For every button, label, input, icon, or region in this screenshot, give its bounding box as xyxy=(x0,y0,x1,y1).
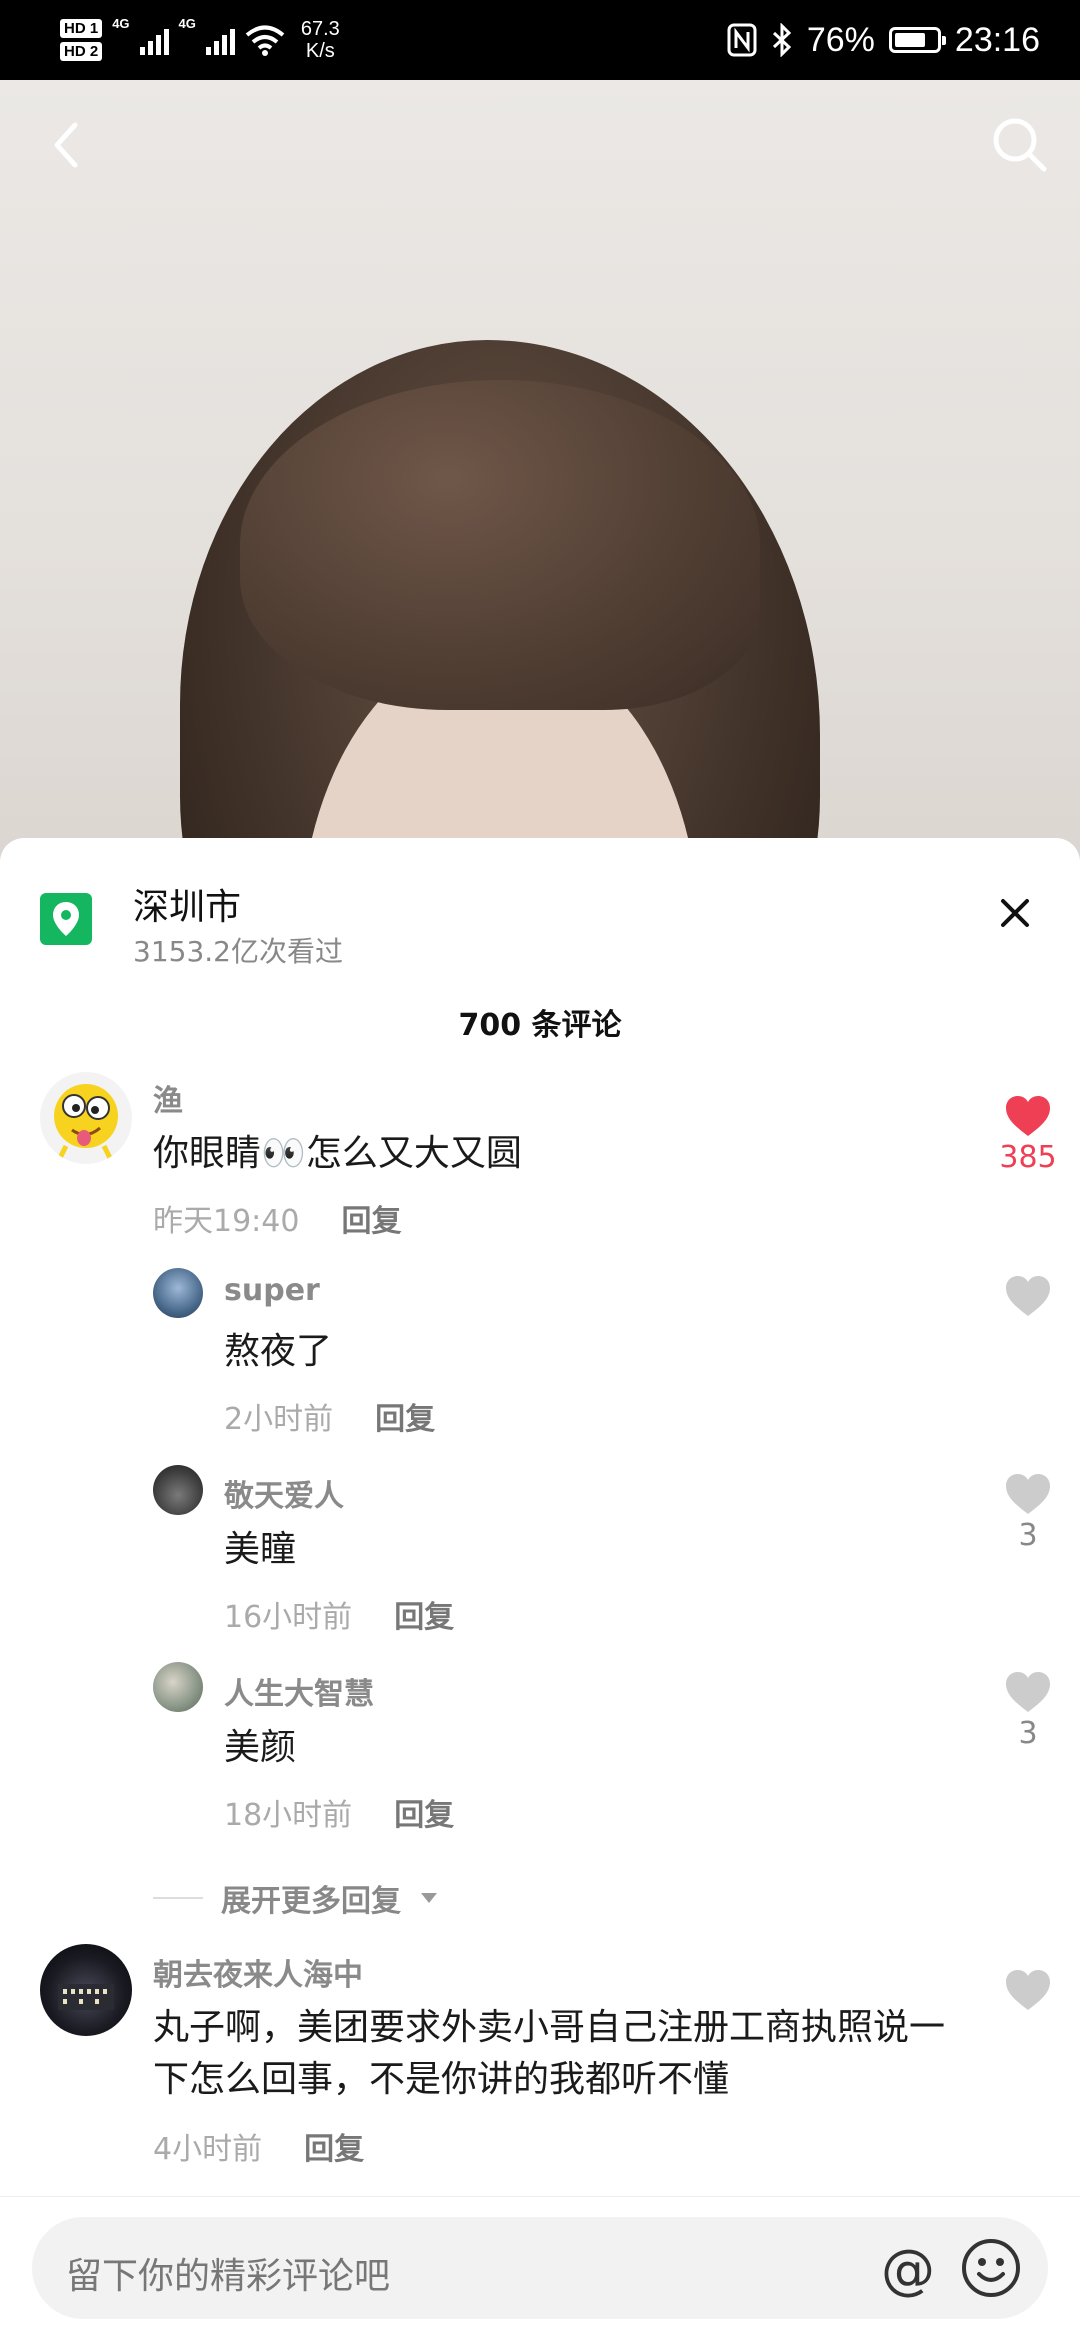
comment-text: 你眼睛👀怎么又大又圆 xyxy=(153,1133,522,1174)
comment-sheet: 深圳市 3153.2亿次看过 700 条评论 xyxy=(0,838,1080,2340)
signal-1-icon xyxy=(139,25,169,55)
close-button[interactable] xyxy=(980,878,1050,948)
hd2-badge: HD 2 xyxy=(60,42,103,61)
comment-time: 18小时前 xyxy=(224,1798,353,1833)
search-icon xyxy=(993,118,1047,172)
nfc-icon xyxy=(727,23,757,57)
search-button[interactable] xyxy=(980,105,1060,185)
status-left: HD 1 HD 2 4G 4G 67.3 K/s xyxy=(60,10,340,70)
comment-time: 昨天19:40 xyxy=(153,1204,300,1239)
location-views: 3153.2亿次看过 xyxy=(133,935,343,968)
comment-meta: 昨天19:40 回复 xyxy=(153,1196,401,1240)
divider xyxy=(153,1897,203,1899)
battery-icon xyxy=(888,27,946,53)
heart-filled-icon xyxy=(1006,1096,1050,1136)
avatar[interactable] xyxy=(153,1268,203,1318)
signal-2-icon xyxy=(205,25,235,55)
avatar[interactable] xyxy=(40,1944,132,2036)
comment-text: 美瞳 xyxy=(224,1529,297,1570)
like-count: 385 xyxy=(999,1140,1057,1175)
speed-unit: K/s xyxy=(305,40,335,62)
comment-time: 16小时前 xyxy=(224,1600,353,1635)
hd-indicators: HD 1 HD 2 xyxy=(60,19,103,61)
comment-input[interactable]: 留下你的精彩评论吧 @ xyxy=(32,2217,1048,2319)
clock: 23:16 xyxy=(954,20,1040,59)
comment-meta: 18小时前 回复 xyxy=(224,1790,454,1834)
comment-text: 熬夜了 xyxy=(224,1331,333,1372)
comment-time: 4小时前 xyxy=(153,2132,263,2167)
caret-down-icon xyxy=(421,1893,437,1903)
comment-meta: 2小时前 回复 xyxy=(224,1394,435,1438)
reply-button[interactable]: 回复 xyxy=(394,1592,454,1636)
heart-icon xyxy=(1006,1474,1050,1514)
reply-button[interactable]: 回复 xyxy=(375,1394,435,1438)
like-button[interactable]: 385 xyxy=(998,1094,1058,1175)
comment-meta: 4小时前 回复 xyxy=(153,2124,364,2168)
heart-icon xyxy=(1006,1276,1050,1316)
comment-username[interactable]: super xyxy=(224,1273,320,1308)
comment-time: 2小时前 xyxy=(224,1402,334,1437)
video-frame[interactable] xyxy=(0,80,1080,860)
at-mention-icon[interactable]: @ xyxy=(878,2238,938,2301)
like-button[interactable]: 3 xyxy=(998,1472,1058,1553)
comment-input-placeholder: 留下你的精彩评论吧 xyxy=(66,2256,391,2297)
comments-count-title: 700 条评论 xyxy=(458,1008,622,1043)
speed-value: 67.3 xyxy=(300,18,340,40)
location-name[interactable]: 深圳市 xyxy=(133,878,241,930)
reply-button[interactable]: 回复 xyxy=(304,2124,364,2168)
hd1-badge: HD 1 xyxy=(60,19,103,38)
battery-percent: 76% xyxy=(806,20,875,59)
close-icon xyxy=(1001,899,1029,927)
expand-more-label: 展开更多回复 xyxy=(221,1884,401,1919)
wifi-icon xyxy=(245,25,285,56)
bluetooth-icon xyxy=(772,23,792,57)
expand-more-replies[interactable]: 展开更多回复 xyxy=(153,1876,439,1920)
chevron-left-icon xyxy=(54,122,78,168)
network-type-1: 4G xyxy=(112,16,130,31)
emoji-icon[interactable] xyxy=(960,2237,1022,2299)
like-button[interactable] xyxy=(998,1274,1058,1320)
heart-icon xyxy=(1006,1672,1050,1712)
avatar[interactable] xyxy=(40,1072,132,1164)
comment-username[interactable]: 朝去夜来人海中 xyxy=(153,1950,363,1994)
status-right: 76% 23:16 xyxy=(727,0,1040,80)
emoji-face-avatar-icon xyxy=(54,1084,118,1160)
like-button[interactable] xyxy=(998,1968,1058,2014)
comment-text: 美颜 xyxy=(224,1727,297,1768)
comment-text: 丸子啊，美团要求外卖小哥自己注册工商执照说一下怎么回事，不是你讲的我都听不懂 xyxy=(153,2007,946,2100)
night-building-avatar-icon xyxy=(58,1984,114,2010)
reply-button[interactable]: 回复 xyxy=(341,1196,401,1240)
like-count: 3 xyxy=(1018,1716,1038,1751)
comment-username[interactable]: 敬天爱人 xyxy=(224,1471,344,1515)
location-pin-icon xyxy=(40,893,92,945)
comment-input-bar: 留下你的精彩评论吧 @ xyxy=(0,2196,1080,2341)
network-type-2: 4G xyxy=(178,16,196,31)
video-bangs-shape xyxy=(240,380,760,710)
like-count: 3 xyxy=(1018,1518,1038,1553)
back-button[interactable] xyxy=(30,110,100,180)
comment-username[interactable]: 渔 xyxy=(153,1076,183,1120)
heart-icon xyxy=(1006,1970,1050,2010)
status-bar: HD 1 HD 2 4G 4G 67.3 K/s 76% 23:16 xyxy=(0,0,1080,80)
avatar[interactable] xyxy=(153,1465,203,1515)
comment-meta: 16小时前 回复 xyxy=(224,1592,454,1636)
comment-username[interactable]: 人生大智慧 xyxy=(224,1669,374,1713)
like-button[interactable]: 3 xyxy=(998,1670,1058,1751)
reply-button[interactable]: 回复 xyxy=(394,1790,454,1834)
network-speed: 67.3 K/s xyxy=(301,18,340,62)
avatar[interactable] xyxy=(153,1662,203,1712)
battery-fill xyxy=(894,33,925,47)
